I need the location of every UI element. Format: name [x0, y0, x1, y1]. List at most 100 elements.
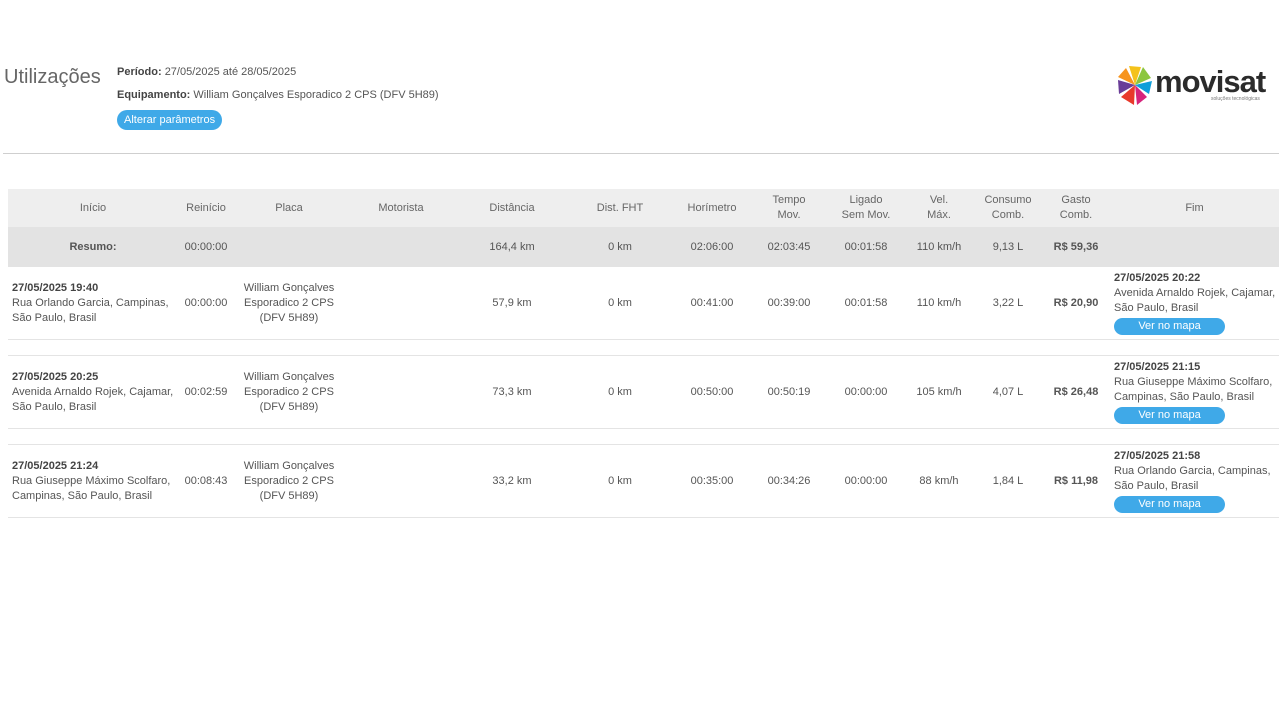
- ver-no-mapa-button[interactable]: Ver no mapa: [1114, 407, 1225, 424]
- fim-cell: 27/05/2025 21:15 Rua Giuseppe Máximo Sco…: [1110, 355, 1279, 429]
- fim-address: Rua Giuseppe Máximo Scolfaro, Campinas, …: [1114, 376, 1273, 403]
- col-ligado-line2: Sem Mov.: [841, 209, 891, 221]
- consumo-cell: 3,22 L: [974, 267, 1042, 340]
- distancia-cell: 33,2 km: [458, 444, 566, 518]
- summary-vel: 110 km/h: [904, 227, 974, 267]
- inicio-cell: 27/05/2025 19:40 Rua Orlando Garcia, Cam…: [8, 267, 178, 340]
- summary-horimetro: 02:06:00: [674, 227, 750, 267]
- horimetro-cell: 00:35:00: [674, 444, 750, 518]
- fim-cell: 27/05/2025 20:22 Avenida Arnaldo Rojek, …: [1110, 267, 1279, 340]
- summary-gasto: R$ 59,36: [1042, 227, 1110, 267]
- summary-ligado: 00:01:58: [828, 227, 904, 267]
- inicio-address: Rua Giuseppe Máximo Scolfaro, Campinas, …: [12, 474, 171, 502]
- periodo-label: Período:: [117, 66, 162, 78]
- vel-cell: 88 km/h: [904, 444, 974, 518]
- col-gasto-line1: Gasto: [1061, 194, 1091, 206]
- horimetro-cell: 00:50:00: [674, 355, 750, 429]
- col-tempo-mov-line1: Tempo: [772, 194, 806, 206]
- dist-fht-cell: 0 km: [566, 355, 674, 429]
- movisat-brand-text: movisat: [1155, 64, 1266, 99]
- col-reinicio: Reinício: [178, 189, 234, 227]
- equipamento-label: Equipamento:: [117, 89, 191, 101]
- col-dist-fht: Dist. FHT: [566, 189, 674, 227]
- summary-placa: [234, 227, 344, 267]
- inicio-cell: 27/05/2025 21:24 Rua Giuseppe Máximo Sco…: [8, 444, 178, 518]
- summary-distancia: 164,4 km: [458, 227, 566, 267]
- summary-consumo: 9,13 L: [974, 227, 1042, 267]
- equipamento-line: Equipamento: William Gonçalves Esporadic…: [117, 87, 439, 110]
- col-gasto-line2: Comb.: [1059, 209, 1093, 221]
- col-fim: Fim: [1110, 189, 1279, 227]
- consumo-cell: 1,84 L: [974, 444, 1042, 518]
- col-ligado-sem-mov: Ligado Sem Mov.: [828, 189, 904, 227]
- placa-cell: William Gonçalves Esporadico 2 CPS (DFV …: [234, 267, 344, 340]
- inicio-datetime: 27/05/2025 19:40: [12, 281, 99, 294]
- col-placa: Placa: [234, 189, 344, 227]
- fim-cell: 27/05/2025 21:58 Rua Orlando Garcia, Cam…: [1110, 444, 1279, 518]
- motorista-cell: [344, 267, 458, 340]
- movisat-logo: movisat soluções tecnológicas: [1117, 62, 1269, 108]
- dist-fht-cell: 0 km: [566, 267, 674, 340]
- inicio-cell: 27/05/2025 20:25 Avenida Arnaldo Rojek, …: [8, 355, 178, 429]
- col-ligado-line1: Ligado: [849, 194, 883, 206]
- periodo-value: 27/05/2025 até 28/05/2025: [164, 66, 297, 78]
- placa-cell: William Gonçalves Esporadico 2 CPS (DFV …: [234, 444, 344, 518]
- alterar-parametros-button[interactable]: Alterar parâmetros: [117, 110, 223, 130]
- col-consumo-line1: Consumo: [984, 194, 1032, 206]
- col-distancia: Distância: [458, 189, 566, 227]
- col-vel-line1: Vel.: [929, 194, 949, 206]
- table-row: 27/05/2025 19:40 Rua Orlando Garcia, Cam…: [8, 267, 1279, 340]
- equipamento-value: William Gonçalves Esporadico 2 CPS (DFV …: [193, 89, 439, 101]
- fim-datetime: 27/05/2025 21:15: [1114, 361, 1201, 373]
- gasto-cell: R$ 20,90: [1042, 267, 1110, 340]
- col-vel-max: Vel. Máx.: [904, 189, 974, 227]
- ver-no-mapa-button[interactable]: Ver no mapa: [1114, 496, 1225, 513]
- fim-datetime: 27/05/2025 21:58: [1114, 450, 1201, 462]
- tempo-mov-cell: 00:34:26: [750, 444, 828, 518]
- col-inicio: Início: [8, 189, 178, 227]
- ligado-cell: 00:01:58: [828, 267, 904, 340]
- utilizacoes-table: Início Reinício Placa Motorista Distânci…: [8, 189, 1279, 518]
- summary-reinicio: 00:00:00: [178, 227, 234, 267]
- vel-cell: 110 km/h: [904, 267, 974, 340]
- fim-address: Rua Orlando Garcia, Campinas, São Paulo,…: [1114, 465, 1271, 492]
- col-consumo-comb: Consumo Comb.: [974, 189, 1042, 227]
- header-divider: [3, 153, 1279, 154]
- table-row: 27/05/2025 20:25 Avenida Arnaldo Rojek, …: [8, 355, 1279, 429]
- vel-cell: 105 km/h: [904, 355, 974, 429]
- page-title: Utilizações: [4, 66, 101, 88]
- row-spacer: [8, 428, 1279, 445]
- movisat-pinwheel-icon: [1118, 66, 1152, 105]
- ligado-cell: 00:00:00: [828, 444, 904, 518]
- fim-address: Avenida Arnaldo Rojek, Cajamar, São Paul…: [1114, 287, 1276, 314]
- summary-dist-fht: 0 km: [566, 227, 674, 267]
- distancia-cell: 57,9 km: [458, 267, 566, 340]
- col-tempo-mov: Tempo Mov.: [750, 189, 828, 227]
- summary-motorista: [344, 227, 458, 267]
- reinicio-cell: 00:00:00: [178, 267, 234, 340]
- placa-cell: William Gonçalves Esporadico 2 CPS (DFV …: [234, 355, 344, 429]
- table-row: 27/05/2025 21:24 Rua Giuseppe Máximo Sco…: [8, 444, 1279, 518]
- summary-row: Resumo: 00:00:00 164,4 km 0 km 02:06:00 …: [8, 227, 1279, 267]
- horimetro-cell: 00:41:00: [674, 267, 750, 340]
- movisat-tagline: soluções tecnológicas: [1211, 96, 1260, 102]
- fim-datetime: 27/05/2025 20:22: [1114, 272, 1201, 284]
- motorista-cell: [344, 355, 458, 429]
- ver-no-mapa-button[interactable]: Ver no mapa: [1114, 318, 1225, 335]
- col-consumo-line2: Comb.: [991, 209, 1025, 221]
- summary-label: Resumo:: [8, 227, 178, 267]
- dist-fht-cell: 0 km: [566, 444, 674, 518]
- tempo-mov-cell: 00:50:19: [750, 355, 828, 429]
- ligado-cell: 00:00:00: [828, 355, 904, 429]
- summary-fim: [1110, 227, 1279, 267]
- row-spacer: [8, 339, 1279, 356]
- summary-tempo-mov: 02:03:45: [750, 227, 828, 267]
- inicio-datetime: 27/05/2025 21:24: [12, 459, 99, 472]
- periodo-line: Período: 27/05/2025 até 28/05/2025: [117, 64, 439, 87]
- gasto-cell: R$ 11,98: [1042, 444, 1110, 518]
- table-header-row: Início Reinício Placa Motorista Distânci…: [8, 189, 1279, 227]
- col-motorista: Motorista: [344, 189, 458, 227]
- gasto-cell: R$ 26,48: [1042, 355, 1110, 429]
- col-tempo-mov-line2: Mov.: [777, 209, 801, 221]
- consumo-cell: 4,07 L: [974, 355, 1042, 429]
